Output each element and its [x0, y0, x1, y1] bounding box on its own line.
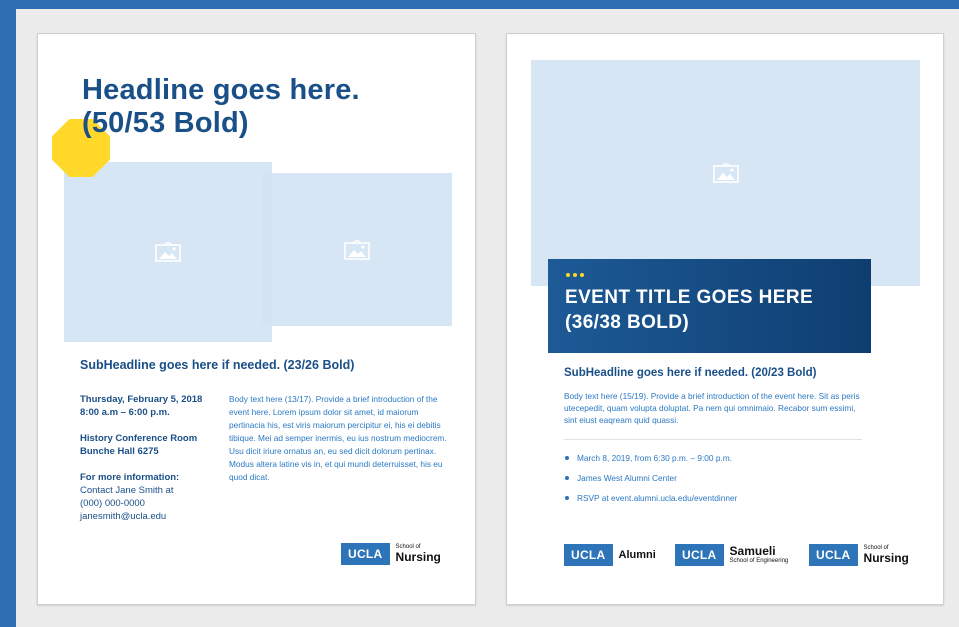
divider — [564, 439, 862, 440]
event-location-room: History Conference Room — [80, 433, 198, 444]
event-details-list: March 8, 2019, from 6:30 p.m. – 9:00 p.m… — [564, 453, 737, 513]
event-location-building: Bunche Hall 6275 — [80, 446, 159, 457]
list-item: March 8, 2019, from 6:30 p.m. – 9:00 p.m… — [564, 453, 737, 473]
ucla-wordmark: UCLA — [675, 544, 724, 566]
event-details: Thursday, February 5, 2018 8:00 a.m – 6:… — [80, 393, 220, 523]
ucla-nursing-logo: UCLA School of Nursing — [809, 544, 909, 566]
logo-school-of-engineering: School of Engineering — [729, 558, 789, 564]
body-copy: Body text here (13/17). Provide a brief … — [229, 394, 447, 482]
event-date: Thursday, February 5, 2018 — [80, 394, 203, 405]
headline-line-2: (50/53 Bold) — [82, 107, 249, 139]
ucla-samueli-logo: UCLA Samueli School of Engineering — [675, 544, 788, 566]
contact-email: janesmith@ucla.edu — [80, 511, 167, 522]
image-placeholder-hero — [531, 60, 920, 286]
ucla-wordmark: UCLA — [564, 544, 613, 566]
event-title: EVENT TITLE GOES HERE (36/38 BOLD) — [565, 285, 813, 335]
subheadline: SubHeadline goes here if needed. (20/23 … — [564, 367, 817, 379]
contact-phone: (000) 000-0000 — [80, 498, 145, 509]
list-item: RSVP at event.alumni.ucla.edu/eventdinne… — [564, 493, 737, 513]
event-time: 8:00 a.m – 6:00 p.m. — [80, 407, 170, 418]
flyer-template-right: EVENT TITLE GOES HERE (36/38 BOLD) SubHe… — [506, 33, 944, 605]
yellow-dots-accent — [566, 273, 584, 277]
ucla-wordmark: UCLA — [341, 543, 390, 565]
body-copy: Body text here (15/19). Provide a brief … — [564, 391, 860, 425]
headline-line-1: Headline goes here. — [82, 74, 360, 106]
more-info-label: For more information: — [80, 472, 180, 483]
flyer-template-left: Headline goes here. (50/53 Bold) SubHead… — [37, 33, 476, 605]
logo-nursing: Nursing — [395, 550, 441, 564]
logo-nursing: Nursing — [863, 551, 909, 565]
image-placeholder-2 — [262, 173, 452, 326]
list-item: James West Alumni Center — [564, 473, 737, 493]
ucla-wordmark: UCLA — [809, 544, 858, 566]
subheadline: SubHeadline goes here if needed. (23/26 … — [80, 358, 355, 372]
logo-alumni: Alumni — [618, 549, 656, 561]
event-title-line-1: EVENT TITLE GOES HERE — [565, 287, 814, 308]
image-placeholder-1 — [64, 162, 272, 342]
ucla-nursing-logo: UCLA School of Nursing — [341, 543, 441, 565]
logo-samueli: Samueli — [729, 544, 776, 558]
ucla-alumni-logo: UCLA Alumni — [564, 544, 656, 566]
event-title-banner: EVENT TITLE GOES HERE (36/38 BOLD) — [548, 259, 871, 353]
image-icon — [344, 239, 370, 260]
canvas-background: Headline goes here. (50/53 Bold) SubHead… — [16, 9, 959, 627]
headline: Headline goes here. (50/53 Bold) — [82, 74, 360, 140]
contact-name: Contact Jane Smith at — [80, 485, 174, 496]
image-icon — [155, 242, 181, 262]
image-icon — [712, 163, 739, 183]
event-title-line-2: (36/38 BOLD) — [565, 312, 690, 333]
